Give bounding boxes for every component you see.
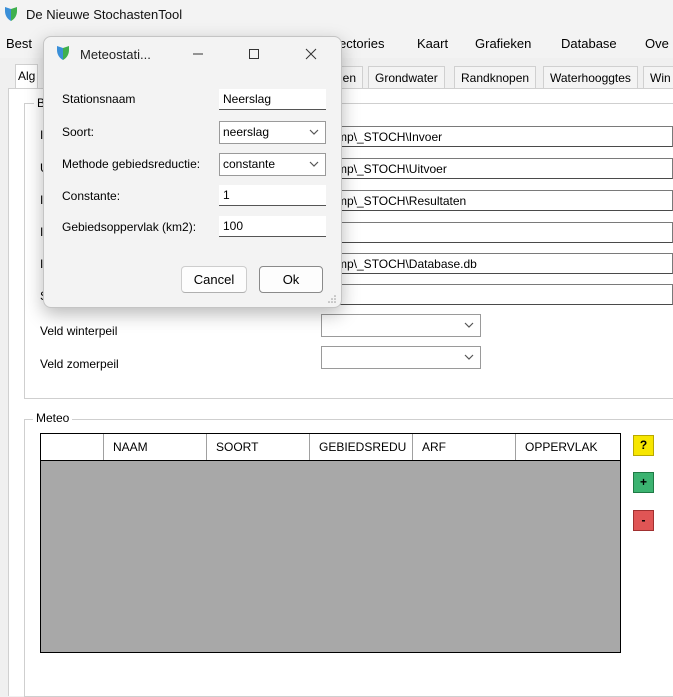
app-logo-icon	[5, 7, 17, 21]
chevron-down-icon	[309, 129, 319, 135]
close-icon[interactable]	[303, 46, 319, 62]
minimize-icon[interactable]	[190, 46, 206, 62]
app-title: De Nieuwe StochastenTool	[26, 7, 183, 22]
veld-zomerpeil-label: Veld zomerpeil	[40, 357, 119, 371]
oppervlak-label: Gebiedsoppervlak (km2):	[62, 220, 197, 234]
shapefile-path-input[interactable]	[322, 284, 673, 305]
meteostation-dialog: Meteostati... Stationsnaam Neerslag Soor…	[43, 36, 342, 308]
dialog-logo-icon	[57, 46, 69, 60]
constante-label: Constante:	[62, 189, 121, 203]
veld-zomerpeil-select[interactable]	[321, 346, 481, 369]
veld-winterpeil-label: Veld winterpeil	[40, 324, 118, 338]
app-titlebar: De Nieuwe StochastenTool	[0, 0, 673, 30]
methode-select[interactable]: constante	[219, 153, 326, 176]
grid-col-gebiedsreductie[interactable]: GEBIEDSREDU	[310, 434, 413, 460]
grid-col-naam[interactable]: NAAM	[104, 434, 207, 460]
resize-grip-icon[interactable]	[327, 294, 337, 304]
grid-col-oppervlak[interactable]: OPPERVLAK	[516, 434, 620, 460]
tab-waterhoogtes[interactable]: Waterhooggtes	[543, 66, 638, 89]
soort-select[interactable]: neerslag	[219, 121, 326, 144]
maximize-icon[interactable]	[246, 46, 262, 62]
dialog-title: Meteostati...	[80, 47, 151, 62]
stationsnaam-label: Stationsnaam	[62, 92, 136, 106]
soort-select-value: neerslag	[223, 125, 270, 139]
meteo-remove-button[interactable]: -	[633, 510, 654, 531]
extra-path-input[interactable]	[322, 222, 673, 243]
methode-select-value: constante	[223, 157, 276, 171]
chevron-down-icon	[309, 161, 319, 167]
meteo-grid-header: NAAM SOORT GEBIEDSREDU ARF OPPERVLAK	[41, 434, 620, 461]
menu-item-grafieken[interactable]: Grafieken	[475, 36, 531, 51]
menu-item-kaart[interactable]: Kaart	[417, 36, 448, 51]
grid-col-rowheader[interactable]	[41, 434, 104, 460]
grid-col-arf[interactable]: ARF	[413, 434, 516, 460]
menu-item-bestand[interactable]: Best	[6, 36, 32, 51]
grid-col-soort[interactable]: SOORT	[207, 434, 310, 460]
meteo-group-label: Meteo	[33, 411, 73, 425]
veld-winterpeil-select[interactable]	[321, 314, 481, 337]
oppervlak-input[interactable]: 100	[219, 216, 326, 237]
tab-randknopen[interactable]: Randknopen	[454, 66, 537, 89]
methode-label: Methode gebiedsreductie:	[62, 157, 201, 171]
database-path-input[interactable]: temp\_STOCH\Database.db	[322, 253, 673, 274]
chevron-down-icon	[464, 354, 474, 360]
stationsnaam-input[interactable]: Neerslag	[219, 89, 326, 110]
meteo-grid[interactable]: NAAM SOORT GEBIEDSREDU ARF OPPERVLAK	[40, 433, 621, 653]
uitvoer-path-input[interactable]: temp\_STOCH\Uitvoer	[322, 158, 673, 179]
invoer-path-input[interactable]: temp\_STOCH\Invoer	[322, 126, 673, 147]
menu-item-overig[interactable]: Ove	[645, 36, 669, 51]
cancel-button[interactable]: Cancel	[181, 266, 247, 293]
tab-grondwater[interactable]: Grondwater	[368, 66, 445, 89]
menu-item-directories[interactable]: ectories	[339, 36, 385, 51]
meteo-help-button[interactable]: ?	[633, 435, 654, 456]
menu-item-database[interactable]: Database	[561, 36, 617, 51]
meteo-add-button[interactable]: +	[633, 472, 654, 493]
tab-algemeen[interactable]: Alg	[15, 64, 39, 90]
ok-button[interactable]: Ok	[259, 266, 323, 293]
chevron-down-icon	[464, 322, 474, 328]
constante-input[interactable]: 1	[219, 185, 326, 206]
soort-label: Soort:	[62, 125, 95, 139]
resultaten-path-input[interactable]: temp\_STOCH\Resultaten	[322, 190, 673, 211]
tab-wind[interactable]: Win	[643, 66, 673, 89]
